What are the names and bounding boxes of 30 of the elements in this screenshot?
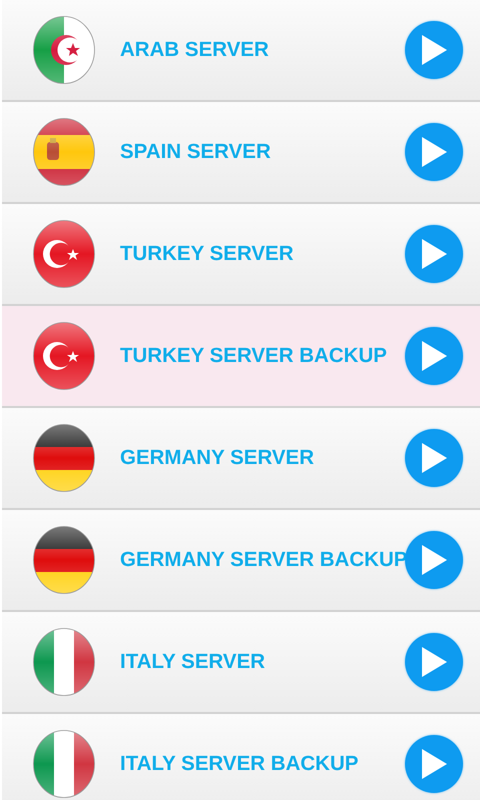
play-icon	[420, 544, 448, 576]
server-name: ITALY SERVER	[120, 650, 266, 674]
play-button[interactable]	[405, 429, 463, 487]
play-icon	[420, 34, 448, 66]
server-name: ARAB SERVER	[120, 38, 270, 62]
server-name: TURKEY SERVER BACKUP	[120, 344, 388, 368]
server-row[interactable]: TURKEY SERVER	[2, 204, 480, 306]
play-button[interactable]	[405, 531, 463, 589]
play-button[interactable]	[405, 123, 463, 181]
play-button[interactable]	[405, 633, 463, 691]
server-row[interactable]: SPAIN SERVER	[2, 102, 480, 204]
server-row[interactable]: GERMANY SERVER	[2, 408, 480, 510]
play-icon	[420, 238, 448, 270]
play-icon	[420, 442, 448, 474]
server-row[interactable]: TURKEY SERVER BACKUP	[2, 306, 480, 408]
server-name: TURKEY SERVER	[120, 242, 295, 266]
play-button[interactable]	[405, 21, 463, 79]
play-icon	[420, 748, 448, 780]
play-icon	[420, 136, 448, 168]
server-name: SPAIN SERVER	[120, 140, 272, 164]
server-row[interactable]: ITALY SERVER	[2, 612, 480, 714]
server-name: ITALY SERVER BACKUP	[120, 752, 360, 776]
play-icon	[420, 646, 448, 678]
play-button[interactable]	[405, 735, 463, 793]
server-name: GERMANY SERVER	[120, 446, 316, 470]
play-icon	[420, 340, 448, 372]
play-button[interactable]	[405, 327, 463, 385]
server-row[interactable]: ARAB SERVER	[2, 0, 480, 102]
server-row[interactable]: ITALY SERVER BACKUP	[2, 714, 480, 800]
play-button[interactable]	[405, 225, 463, 283]
